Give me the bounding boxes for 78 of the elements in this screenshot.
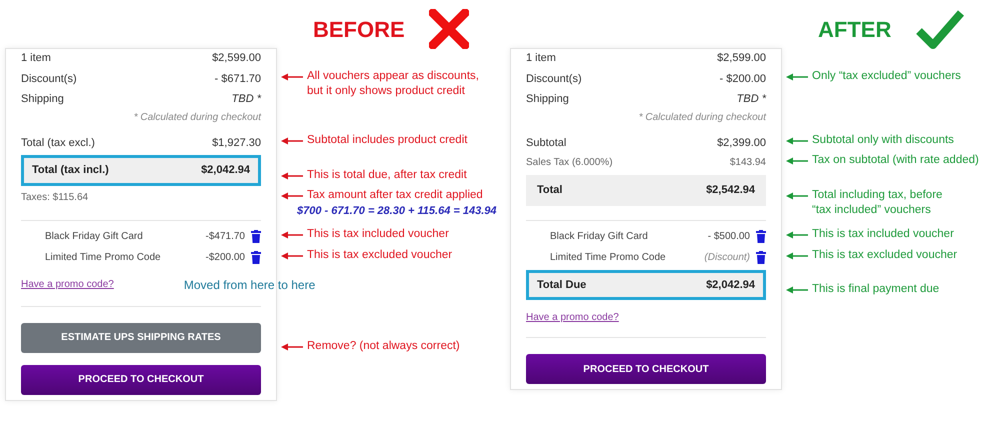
trash-icon[interactable] [756, 230, 766, 242]
shipping-note: * Calculated during checkout [638, 110, 766, 124]
total-label: Total (tax incl.) [32, 163, 109, 178]
action-button[interactable]: ESTIMATE UPS SHIPPING RATES [21, 322, 261, 352]
summary-label: Discount(s) [526, 72, 582, 86]
annotation: This is tax excluded voucher [812, 248, 958, 262]
arrow-icon [786, 137, 808, 145]
arrow-icon [786, 192, 808, 200]
voucher-name: Black Friday Gift Card [550, 230, 648, 244]
summary-label: Subtotal [526, 136, 566, 150]
voucher-amount: - $500.00 [708, 230, 750, 244]
annotation: Subtotal only with discounts [812, 133, 954, 148]
trash-icon[interactable] [251, 230, 261, 242]
voucher-name: Limited Time Promo Code [550, 250, 666, 264]
tax-label: Taxes: $115.64 [21, 190, 88, 204]
arrow-icon [786, 286, 808, 294]
action-button[interactable]: PROCEED TO CHECKOUT [21, 364, 261, 394]
total-value: $2,042.94 [201, 163, 250, 178]
summary-value: $1,927.30 [212, 136, 261, 150]
annotation: This is tax included voucher [307, 226, 449, 242]
arrow-icon [281, 342, 303, 350]
annotation: Tax on subtotal (with rate added) [812, 153, 979, 168]
trash-icon[interactable] [756, 250, 766, 264]
formula: $700 - 671.70 = 28.30 + 115.64 = 143.94 [296, 204, 498, 218]
section-heading: BEFORE [313, 16, 405, 44]
tax-value: $143.94 [730, 156, 766, 170]
promo-code-link[interactable]: Have a promo code? [526, 310, 619, 325]
annotation: This is total due, after tax credit [307, 168, 467, 182]
promo-code-link[interactable]: Have a promo code? [21, 277, 114, 292]
summary-label: Discount(s) [21, 72, 77, 86]
section-heading: AFTER [818, 16, 892, 44]
summary-label: Total (tax excl.) [21, 136, 95, 150]
voucher-amount: -$471.70 [206, 230, 245, 244]
summary-value: - $200.00 [720, 72, 766, 86]
arrow-icon [281, 172, 303, 180]
arrow-icon [786, 157, 808, 165]
check-icon [915, 9, 966, 49]
annotation: This is tax included voucher [812, 226, 954, 242]
summary-value: $2,399.00 [717, 136, 766, 150]
summary-label: Shipping [21, 92, 64, 107]
total-value: $2,542.94 [706, 183, 755, 198]
annotation: Total including tax, before “tax included” vouchers [812, 188, 942, 218]
summary-label: 1 item [21, 51, 51, 66]
summary-value: TBD * [232, 92, 261, 107]
arrow-icon [786, 230, 808, 238]
total-label: Total Due [537, 278, 586, 292]
annotation: Remove? (not always correct) [307, 338, 460, 354]
move-note: Moved from here to here [184, 276, 316, 294]
summary-label: Shipping [526, 92, 569, 107]
tax-label: Sales Tax (6.000%) [526, 156, 613, 170]
total-label: Total [537, 183, 562, 198]
voucher-amount: (Discount) [704, 250, 750, 264]
arrow-icon [281, 192, 303, 200]
cross-icon [428, 9, 469, 49]
arrow-icon [281, 252, 303, 260]
voucher-name: Limited Time Promo Code [45, 250, 161, 264]
trash-icon[interactable] [251, 250, 261, 264]
annotation: Subtotal includes product credit [307, 133, 468, 148]
annotation: This is tax excluded voucher [307, 248, 452, 262]
arrow-icon [281, 137, 303, 145]
summary-value: TBD * [736, 92, 766, 107]
voucher-amount: -$200.00 [206, 250, 245, 264]
arrow-icon [281, 73, 303, 81]
summary-value: - $671.70 [214, 72, 261, 86]
arrow-icon [786, 252, 808, 260]
summary-value: $2,599.00 [212, 51, 261, 66]
arrow-icon [281, 230, 303, 238]
summary-value: $2,599.00 [717, 51, 766, 66]
summary-label: 1 item [526, 51, 556, 66]
annotation: Tax amount after tax credit applied [307, 188, 483, 202]
total-value: $2,042.94 [706, 278, 755, 292]
voucher-name: Black Friday Gift Card [45, 230, 143, 244]
shipping-note: * Calculated during checkout [134, 110, 261, 124]
action-button[interactable]: PROCEED TO CHECKOUT [526, 354, 766, 384]
arrow-icon [786, 73, 808, 81]
annotation: All vouchers appear as discounts, but it only shows product credit [307, 69, 479, 99]
annotation: This is final payment due [812, 282, 940, 297]
annotation: Only “tax excluded” vouchers [812, 69, 961, 84]
